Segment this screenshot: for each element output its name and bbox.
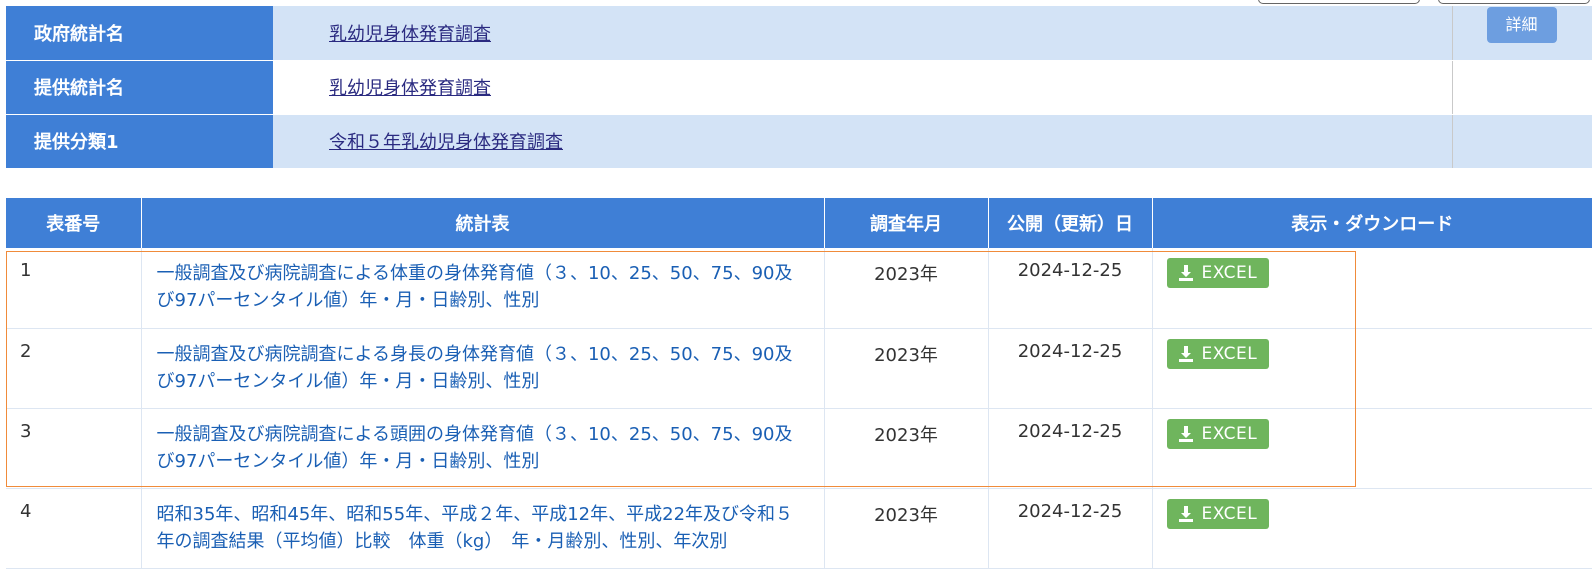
detail-button[interactable]: 詳細 [1486,6,1557,43]
download-icon [1178,265,1193,281]
excel-label: EXCEL [1201,503,1258,524]
list-header-row: 表番号 統計表 調査年月 公開（更新）日 表示・ダウンロード [6,198,1592,248]
survey-date: 2023年 [824,408,989,489]
top-button-left[interactable] [1258,0,1420,4]
excel-download-button[interactable]: EXCEL [1166,498,1270,529]
published-date: 2024-12-25 [988,248,1153,329]
survey-date: 2023年 [824,328,989,409]
published-date: 2024-12-25 [988,328,1153,409]
provided-stat-link[interactable]: 乳幼児身体発育調査 [329,78,491,99]
table-row: 1 一般調査及び病院調査による体重の身体発育値（３、10、25、50、75、90… [6,248,1592,329]
info-row-category: 提供分類1 令和５年乳幼児身体発育調査 [6,114,1592,169]
download-icon [1178,425,1193,442]
excel-label: EXCEL [1201,263,1258,283]
download-icon [1178,505,1193,522]
table-no: 4 [6,488,142,569]
top-button-right[interactable] [1438,0,1590,4]
stat-info-table: 政府統計名 乳幼児身体発育調査 詳細 提供統計名 乳幼児身体発育調査 提供分類1… [6,6,1592,169]
header-survey-date[interactable]: 調査年月 [824,198,989,248]
table-row: 2 一般調査及び病院調査による身長の身体発育値（３、10、25、50、75、90… [6,328,1592,409]
stat-table-link[interactable]: 一般調査及び病院調査による体重の身体発育値（３、10、25、50、75、90及び… [157,263,793,311]
survey-date: 2023年 [824,488,989,569]
header-display-download: 表示・ダウンロード [1152,198,1592,248]
stat-table-link[interactable]: 昭和35年、昭和45年、昭和55年、平成２年、平成12年、平成22年及び令和５年… [157,504,794,552]
download-icon [1178,345,1193,362]
info-row-provided-stat: 提供統計名 乳幼児身体発育調査 [6,60,1592,115]
info-label: 提供分類1 [6,114,273,169]
excel-label: EXCEL [1201,423,1258,444]
info-label: 提供統計名 [6,60,273,115]
published-date: 2024-12-25 [988,408,1153,489]
published-date: 2024-12-25 [988,488,1153,569]
table-no: 3 [6,408,142,489]
category-link[interactable]: 令和５年乳幼児身体発育調査 [329,132,563,153]
stat-table-list: 表番号 統計表 調査年月 公開（更新）日 表示・ダウンロード 1 一般調査及び病… [6,198,1592,569]
table-row: 4 昭和35年、昭和45年、昭和55年、平成２年、平成12年、平成22年及び令和… [6,488,1592,569]
excel-download-button[interactable]: EXCEL [1166,418,1270,449]
stat-table-link[interactable]: 一般調査及び病院調査による身長の身体発育値（３、10、25、50、75、90及び… [157,344,793,392]
excel-label: EXCEL [1201,343,1258,364]
excel-download-button[interactable]: EXCEL [1166,338,1270,369]
excel-download-button[interactable]: EXCEL [1166,258,1270,288]
info-row-gov-stat: 政府統計名 乳幼児身体発育調査 詳細 [6,6,1592,61]
stat-table-link[interactable]: 一般調査及び病院調査による頭囲の身体発育値（３、10、25、50、75、90及び… [157,424,793,472]
info-label: 政府統計名 [6,6,273,61]
table-no: 2 [6,328,142,409]
table-no: 1 [6,248,142,329]
survey-date: 2023年 [824,248,989,329]
table-row: 3 一般調査及び病院調査による頭囲の身体発育値（３、10、25、50、75、90… [6,408,1592,489]
header-stat-table[interactable]: 統計表 [141,198,825,248]
header-table-no[interactable]: 表番号 [6,198,142,248]
header-published-date[interactable]: 公開（更新）日 [988,198,1153,248]
gov-stat-link[interactable]: 乳幼児身体発育調査 [329,24,491,45]
